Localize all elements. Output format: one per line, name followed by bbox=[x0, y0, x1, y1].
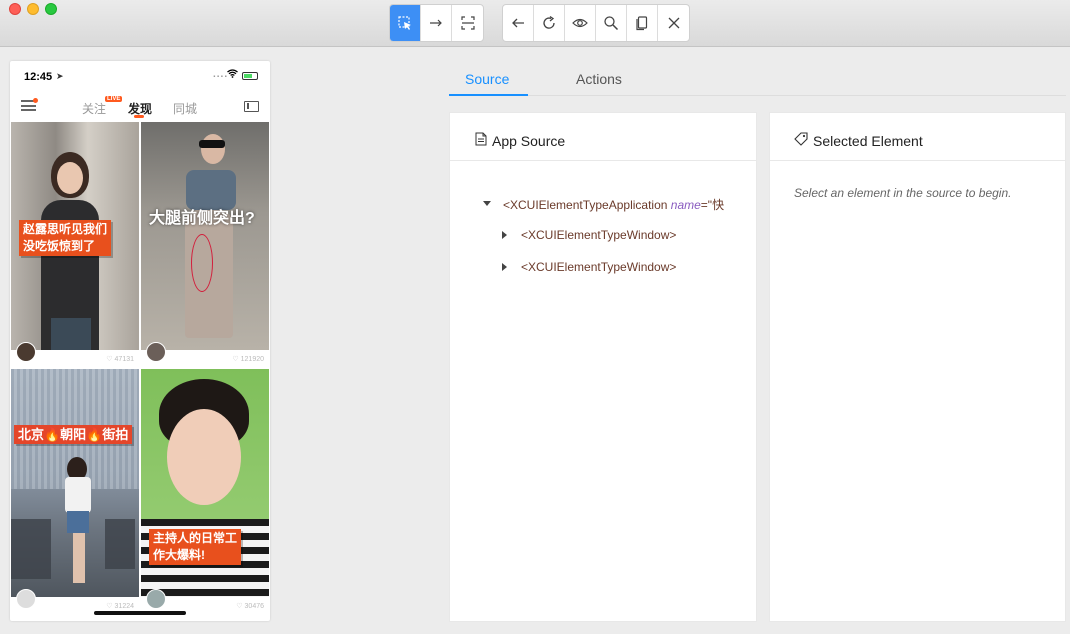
feed-card[interactable]: 北京🔥朝阳🔥街拍 ♡ 31224 bbox=[11, 369, 139, 614]
inspector-actions-toolbar bbox=[502, 4, 690, 42]
author-avatar[interactable] bbox=[146, 342, 166, 362]
quit-session-button[interactable] bbox=[658, 5, 689, 41]
like-count: ♡ 30476 bbox=[236, 603, 264, 610]
close-icon bbox=[668, 17, 679, 29]
interaction-mode-toolbar bbox=[389, 4, 484, 42]
tree-node-window[interactable]: <XCUIElementTypeWindow> bbox=[521, 228, 676, 242]
nav-tab-nearby[interactable]: 同城 bbox=[173, 100, 197, 117]
battery-icon bbox=[242, 72, 258, 80]
refresh-button[interactable] bbox=[534, 5, 565, 41]
app-nav-bar: 关注 LIVE 发现 同城 bbox=[10, 91, 270, 122]
nav-tab-follow[interactable]: 关注 bbox=[82, 100, 106, 117]
active-tab-indicator bbox=[134, 115, 144, 118]
select-mode-button[interactable] bbox=[390, 5, 421, 41]
author-avatar[interactable] bbox=[16, 342, 36, 362]
app-source-panel: App Source <XCUIElementTypeApplication n… bbox=[449, 112, 757, 622]
refresh-icon bbox=[543, 15, 555, 29]
like-count: ♡ 47131 bbox=[106, 356, 134, 363]
panel-title: App Source bbox=[492, 133, 566, 149]
feed-card[interactable]: 主持人的日常工 作大爆料! ♡ 30476 bbox=[141, 369, 269, 614]
expand-caret-icon[interactable] bbox=[483, 201, 491, 206]
eye-icon bbox=[572, 18, 588, 28]
like-count: ♡ 31224 bbox=[106, 603, 134, 610]
signal-dots: .... bbox=[213, 69, 229, 80]
selected-element-panel: Selected Element Select an element in th… bbox=[769, 112, 1066, 622]
panel-header: Selected Element bbox=[770, 113, 1065, 161]
window-titlebar bbox=[0, 0, 1070, 47]
card-caption: 大腿前侧突出? bbox=[149, 210, 255, 227]
back-icon bbox=[512, 18, 524, 28]
card-caption: 北京🔥朝阳🔥街拍 bbox=[14, 425, 133, 444]
live-badge: LIVE bbox=[105, 96, 123, 102]
active-tab-indicator bbox=[449, 94, 528, 96]
video-thumbnail bbox=[141, 122, 269, 350]
video-thumbnail bbox=[11, 369, 139, 597]
device-screenshot[interactable]: 12:45 ➤ .... 关注 LIVE 发现 同城 赵露思听见我们 没吃饭惊到… bbox=[10, 61, 270, 621]
file-icon bbox=[475, 132, 487, 146]
author-avatar[interactable] bbox=[146, 589, 166, 609]
status-bar: 12:45 ➤ .... bbox=[10, 61, 270, 91]
collapse-caret-icon[interactable] bbox=[502, 231, 507, 239]
feed-card[interactable]: 赵露思听见我们 没吃饭惊到了 ♡ 47131 bbox=[11, 122, 139, 367]
author-avatar[interactable] bbox=[16, 589, 36, 609]
copy-xml-icon bbox=[636, 16, 648, 31]
status-time: 12:45 bbox=[24, 71, 53, 83]
minimize-window-button[interactable] bbox=[27, 3, 39, 15]
card-caption: 赵露思听见我们 没吃饭惊到了 bbox=[19, 220, 112, 256]
search-icon bbox=[604, 16, 619, 31]
toggle-attributes-button[interactable] bbox=[565, 5, 596, 41]
location-arrow-icon: ➤ bbox=[56, 71, 64, 81]
tab-actions[interactable]: Actions bbox=[576, 71, 622, 87]
inspector-tabs: Source Actions bbox=[449, 64, 1066, 96]
panel-header: App Source bbox=[450, 113, 756, 161]
tab-source[interactable]: Source bbox=[465, 71, 509, 87]
feed-card[interactable]: 大腿前侧突出? ♡ 121920 bbox=[141, 122, 269, 367]
wifi-icon bbox=[227, 69, 238, 81]
swipe-icon bbox=[430, 19, 442, 27]
select-icon bbox=[398, 16, 411, 30]
card-footer: ♡ 121920 bbox=[141, 342, 269, 367]
tree-node-window[interactable]: <XCUIElementTypeWindow> bbox=[521, 260, 676, 274]
like-count: ♡ 121920 bbox=[232, 356, 264, 363]
screen-toggle-icon[interactable] bbox=[244, 101, 259, 112]
collapse-caret-icon[interactable] bbox=[502, 263, 507, 271]
swipe-mode-button[interactable] bbox=[421, 5, 452, 41]
empty-selection-hint: Select an element in the source to begin… bbox=[794, 186, 1012, 200]
tap-coordinates-button[interactable] bbox=[452, 5, 483, 41]
notification-dot bbox=[33, 98, 38, 103]
home-indicator bbox=[94, 611, 186, 615]
card-footer: ♡ 47131 bbox=[11, 342, 139, 367]
zoom-window-button[interactable] bbox=[45, 3, 57, 15]
search-button[interactable] bbox=[596, 5, 627, 41]
tap-coordinates-icon bbox=[460, 16, 475, 30]
back-button[interactable] bbox=[503, 5, 534, 41]
tree-node-application[interactable]: <XCUIElementTypeApplication name="快 bbox=[503, 196, 724, 213]
close-window-button[interactable] bbox=[9, 3, 21, 15]
panel-title: Selected Element bbox=[813, 133, 923, 149]
tag-icon bbox=[794, 132, 808, 146]
copy-xml-button[interactable] bbox=[627, 5, 658, 41]
card-caption: 主持人的日常工 作大爆料! bbox=[149, 529, 242, 565]
